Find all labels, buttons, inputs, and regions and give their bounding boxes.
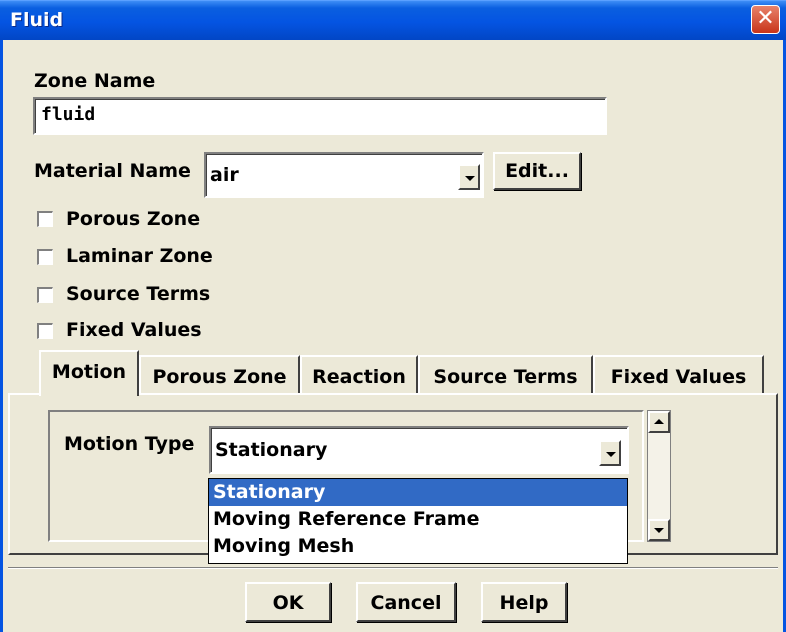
close-button[interactable]: ✕ (751, 5, 780, 34)
panel-scrollbar[interactable] (647, 410, 671, 542)
tab-motion[interactable]: Motion (39, 350, 139, 396)
zone-name-label: Zone Name (34, 70, 156, 92)
checkbox-laminar-zone[interactable] (37, 249, 53, 265)
edit-button-label: Edit... (505, 160, 569, 182)
tab-reaction-label: Reaction (312, 366, 406, 388)
zone-name-value: fluid (41, 104, 96, 125)
tab-fixed-values-label: Fixed Values (610, 366, 747, 388)
tab-reaction[interactable]: Reaction (300, 355, 418, 395)
checkbox-label-laminar-zone: Laminar Zone (66, 245, 213, 267)
material-dropdown-button[interactable] (458, 164, 480, 190)
tab-fixed-values[interactable]: Fixed Values (593, 355, 764, 395)
motion-type-value: Stationary (215, 439, 328, 461)
edit-button[interactable]: Edit... (493, 152, 581, 190)
tab-source-terms-label: Source Terms (433, 366, 578, 388)
tab-motion-label: Motion (51, 361, 127, 383)
motion-type-label: Motion Type (64, 433, 195, 455)
motion-option-moving-reference-frame[interactable]: Moving Reference Frame (209, 506, 627, 533)
motion-type-select[interactable]: Stationary (209, 426, 629, 474)
motion-type-dropdown-list: Stationary Moving Reference Frame Moving… (208, 478, 628, 564)
checkbox-fixed-values[interactable] (37, 323, 53, 339)
window-frame-left (0, 40, 3, 632)
material-name-select[interactable]: air (204, 152, 484, 198)
motion-type-dropdown-button[interactable] (599, 440, 621, 466)
tab-porous-zone-label: Porous Zone (152, 366, 287, 388)
bottom-separator (8, 567, 778, 569)
checkbox-label-fixed-values: Fixed Values (66, 319, 202, 341)
help-button-label: Help (499, 592, 549, 614)
motion-option-moving-mesh[interactable]: Moving Mesh (209, 533, 627, 560)
cancel-button[interactable]: Cancel (356, 582, 456, 622)
material-name-label: Material Name (34, 160, 191, 182)
zone-name-field[interactable]: fluid (33, 97, 607, 135)
cancel-button-label: Cancel (370, 592, 442, 614)
scroll-up-arrow-icon[interactable] (648, 411, 670, 433)
material-name-value: air (210, 164, 239, 186)
ok-button-label: OK (272, 592, 304, 614)
close-icon: ✕ (756, 6, 775, 31)
checkbox-label-source-terms: Source Terms (66, 283, 211, 305)
checkbox-porous-zone[interactable] (37, 211, 53, 227)
help-button[interactable]: Help (481, 582, 567, 622)
checkbox-source-terms[interactable] (37, 287, 53, 303)
tab-porous-zone[interactable]: Porous Zone (139, 355, 300, 395)
window-title: Fluid (10, 9, 64, 31)
tab-source-terms[interactable]: Source Terms (418, 355, 593, 395)
title-bar: Fluid ✕ (0, 0, 786, 40)
scroll-down-arrow-icon[interactable] (648, 519, 670, 541)
motion-option-stationary[interactable]: Stationary (209, 479, 627, 506)
checkbox-label-porous-zone: Porous Zone (66, 208, 201, 230)
ok-button[interactable]: OK (245, 582, 331, 622)
